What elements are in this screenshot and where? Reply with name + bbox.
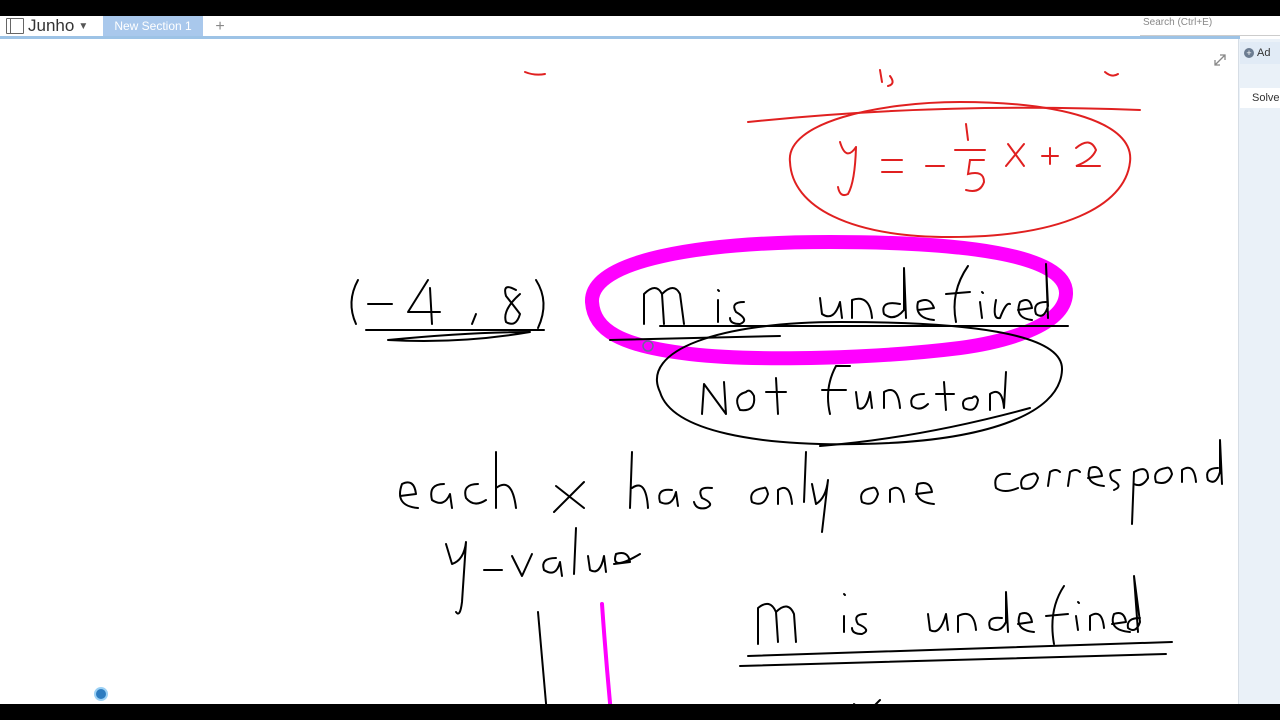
ink-s bbox=[729, 301, 746, 325]
ink-h bbox=[495, 451, 517, 509]
ink-o bbox=[750, 486, 769, 505]
ink-a bbox=[542, 557, 563, 577]
ink-equals bbox=[881, 159, 903, 173]
ink-s bbox=[693, 486, 713, 510]
ink-plus bbox=[1041, 147, 1059, 165]
ink-n bbox=[1089, 612, 1105, 631]
ink-a bbox=[658, 488, 679, 507]
ink-i bbox=[1075, 601, 1080, 631]
ink-s bbox=[1109, 469, 1121, 491]
ink-vertical-line bbox=[537, 611, 548, 704]
ink-p bbox=[1131, 468, 1149, 525]
ink-e bbox=[1017, 612, 1035, 633]
ink-c bbox=[910, 393, 929, 410]
ink-h bbox=[629, 451, 649, 509]
ink-v bbox=[511, 553, 533, 577]
ink-r bbox=[1047, 469, 1061, 487]
ink-underline bbox=[739, 653, 1167, 667]
ink-o bbox=[962, 395, 979, 411]
ink-comma bbox=[471, 313, 477, 325]
ink-red-underline bbox=[747, 106, 1141, 123]
ink-N bbox=[701, 381, 727, 415]
ink-e bbox=[1111, 612, 1131, 633]
ink-t bbox=[765, 377, 787, 415]
ink-m bbox=[757, 602, 797, 645]
ink-f bbox=[821, 365, 851, 415]
ink-l bbox=[803, 451, 807, 503]
ink-red-ellipse bbox=[788, 100, 1132, 239]
ink-y bbox=[811, 479, 829, 533]
ink-underline bbox=[747, 641, 1173, 657]
ink-n bbox=[889, 486, 905, 503]
plus-icon: + bbox=[1244, 48, 1254, 58]
ink-e bbox=[613, 552, 641, 565]
add-button-label: Ad bbox=[1257, 47, 1271, 59]
ink-close-paren bbox=[535, 279, 545, 329]
ink-u bbox=[587, 555, 607, 573]
ink-s bbox=[851, 613, 868, 635]
ink-red-fragment bbox=[524, 71, 546, 76]
ink-c bbox=[464, 483, 487, 505]
ink-o bbox=[1020, 472, 1039, 490]
ink-n bbox=[851, 297, 873, 319]
ink-x bbox=[1005, 143, 1025, 167]
ink-five bbox=[965, 159, 986, 192]
ink-y bbox=[445, 541, 467, 615]
ink-d bbox=[882, 267, 907, 319]
ink-double-underline bbox=[387, 331, 531, 342]
screen-top-bar bbox=[0, 0, 1280, 16]
ink-u bbox=[819, 297, 843, 319]
ink-e bbox=[916, 299, 935, 321]
add-button[interactable]: + Ad bbox=[1240, 42, 1280, 64]
ink-eight bbox=[504, 286, 521, 325]
ink-four bbox=[407, 279, 441, 325]
solve-button[interactable]: Solve bbox=[1240, 88, 1280, 108]
ink-magenta-line bbox=[600, 602, 613, 704]
ink-o bbox=[1154, 466, 1173, 484]
ink-i bbox=[979, 291, 984, 319]
ink-d bbox=[1206, 439, 1223, 485]
ink-m bbox=[643, 287, 685, 325]
ink-red-fragment bbox=[1104, 71, 1119, 77]
ink-l bbox=[573, 527, 577, 575]
ink-d bbox=[1126, 575, 1141, 633]
ink-nl bbox=[989, 371, 1007, 411]
ink-f bbox=[945, 265, 971, 323]
ink-e bbox=[1017, 299, 1033, 321]
ink-u bbox=[927, 613, 949, 633]
ink-red-fragment bbox=[879, 69, 894, 87]
ink-x bbox=[553, 481, 585, 513]
ink-e bbox=[399, 481, 419, 509]
ink-e bbox=[915, 482, 935, 505]
ink-o bbox=[736, 389, 756, 412]
ink-c bbox=[994, 472, 1019, 492]
ink-one bbox=[965, 123, 969, 141]
ink-two bbox=[1075, 141, 1101, 167]
screen-bottom-bar bbox=[0, 704, 1280, 720]
ink-f bbox=[1045, 585, 1069, 645]
ink-i bbox=[843, 593, 846, 633]
math-pane bbox=[1238, 39, 1280, 704]
onenote-window: Junho ▼ New Section 1 + Search (Ctrl+E) … bbox=[0, 16, 1280, 704]
ink-n bbox=[777, 486, 793, 505]
ink-y bbox=[837, 141, 857, 197]
ink-d bbox=[988, 591, 1009, 633]
ink-open-paren bbox=[350, 279, 359, 325]
ink-u bbox=[855, 391, 873, 410]
ink-layer bbox=[350, 69, 1223, 704]
ink-n bbox=[1181, 466, 1197, 483]
ink-i bbox=[717, 289, 720, 323]
ink-n bbox=[883, 389, 901, 409]
ink-t bbox=[935, 381, 955, 411]
ink-n bbox=[957, 612, 977, 633]
ink-r bbox=[1067, 469, 1081, 487]
ink-a bbox=[430, 483, 453, 509]
ink-e bbox=[1087, 466, 1105, 487]
ink-o bbox=[860, 486, 879, 505]
ink-n bbox=[993, 299, 1011, 320]
